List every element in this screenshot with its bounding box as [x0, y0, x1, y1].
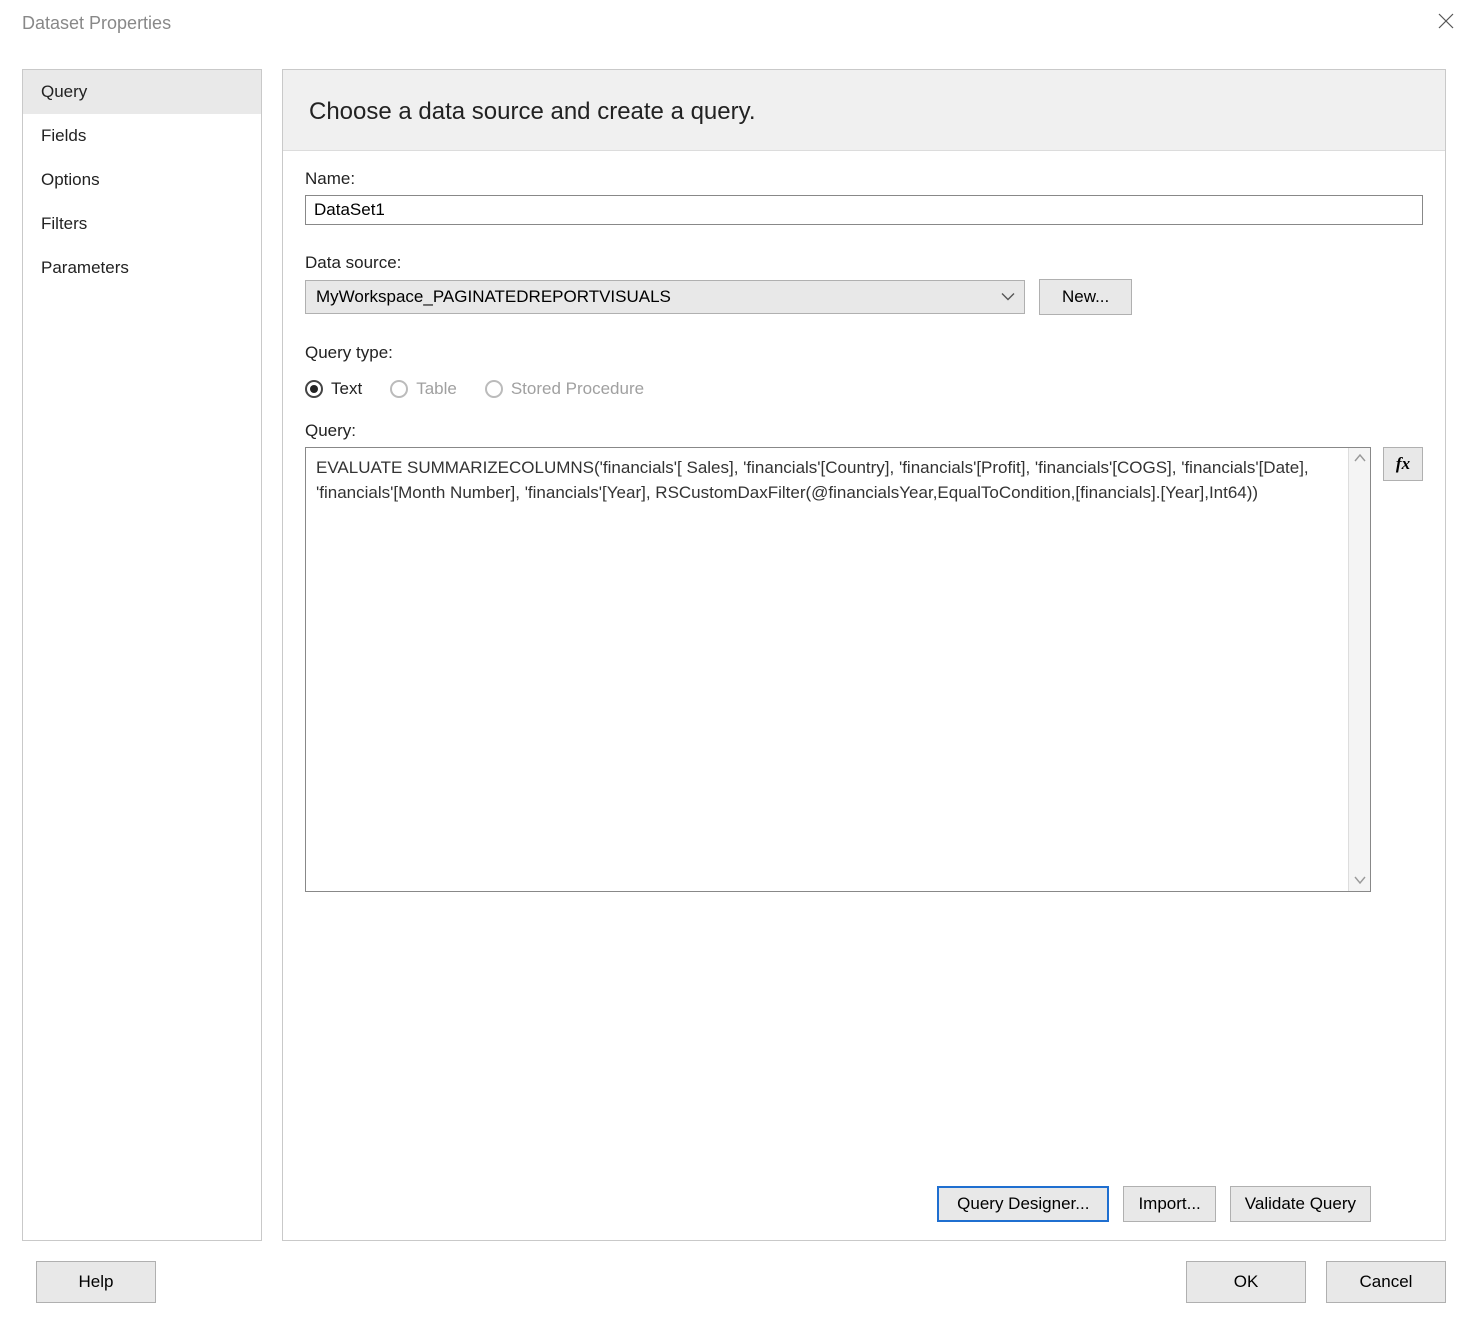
main-panel: Choose a data source and create a query.… [282, 69, 1446, 1241]
radio-text-label: Text [331, 379, 362, 399]
titlebar: Dataset Properties [0, 0, 1476, 49]
sidebar: Query Fields Options Filters Parameters [22, 69, 262, 1241]
query-designer-button[interactable]: Query Designer... [937, 1186, 1109, 1222]
scrollbar[interactable] [1348, 448, 1370, 891]
validate-query-button[interactable]: Validate Query [1230, 1186, 1371, 1222]
radio-stored-procedure-label: Stored Procedure [511, 379, 644, 399]
sidebar-item-label: Fields [41, 126, 86, 145]
sidebar-item-filters[interactable]: Filters [23, 202, 261, 246]
cancel-button[interactable]: Cancel [1326, 1261, 1446, 1303]
sidebar-item-options[interactable]: Options [23, 158, 261, 202]
dialog-footer: Help OK Cancel [0, 1253, 1476, 1323]
radio-table-label: Table [416, 379, 457, 399]
page-title: Choose a data source and create a query. [283, 70, 1445, 151]
scroll-up-icon[interactable] [1354, 452, 1366, 465]
new-datasource-button[interactable]: New... [1039, 279, 1132, 315]
query-label: Query: [305, 421, 1423, 441]
fx-button[interactable]: fx [1383, 447, 1423, 481]
query-textarea-container: EVALUATE SUMMARIZECOLUMNS('financials'[ … [305, 447, 1371, 892]
sidebar-item-parameters[interactable]: Parameters [23, 246, 261, 290]
scroll-down-icon[interactable] [1354, 874, 1366, 887]
sidebar-item-query[interactable]: Query [23, 70, 261, 114]
query-textarea[interactable]: EVALUATE SUMMARIZECOLUMNS('financials'[ … [306, 448, 1348, 891]
sidebar-item-label: Filters [41, 214, 87, 233]
datasource-label: Data source: [305, 253, 1423, 273]
close-icon[interactable] [1428, 8, 1464, 39]
radio-table[interactable]: Table [390, 379, 457, 399]
sidebar-item-fields[interactable]: Fields [23, 114, 261, 158]
query-type-label: Query type: [305, 343, 1423, 363]
ok-button[interactable]: OK [1186, 1261, 1306, 1303]
datasource-select[interactable] [305, 280, 1025, 314]
name-label: Name: [305, 169, 1423, 189]
name-input[interactable] [305, 195, 1423, 225]
sidebar-item-label: Query [41, 82, 87, 101]
help-button[interactable]: Help [36, 1261, 156, 1303]
sidebar-item-label: Parameters [41, 258, 129, 277]
window-title: Dataset Properties [22, 13, 171, 34]
import-button[interactable]: Import... [1123, 1186, 1215, 1222]
radio-text[interactable]: Text [305, 379, 362, 399]
radio-stored-procedure[interactable]: Stored Procedure [485, 379, 644, 399]
sidebar-item-label: Options [41, 170, 100, 189]
